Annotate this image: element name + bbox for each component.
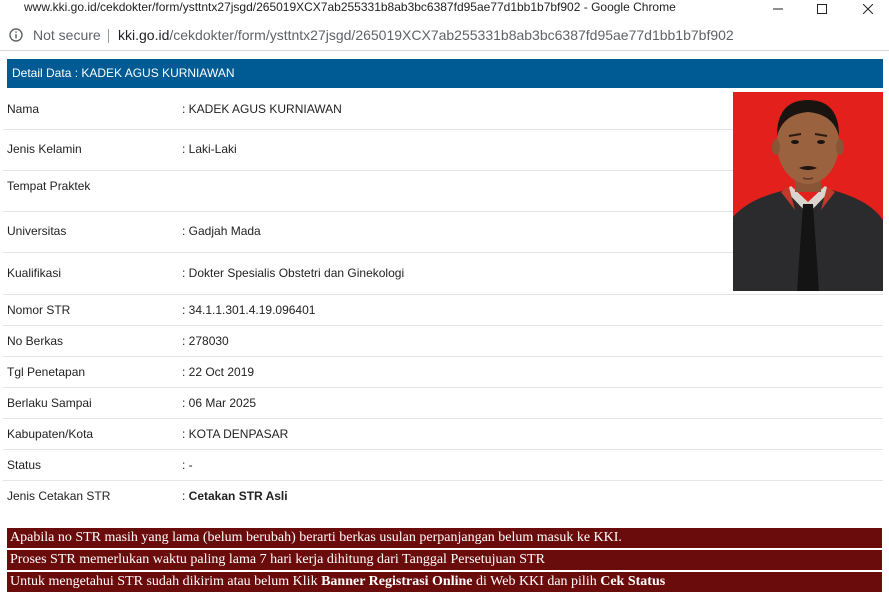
row-berlaku-sampai: Berlaku Sampai : 06 Mar 2025 — [3, 388, 883, 419]
url-host: kki.go.id — [118, 27, 170, 43]
value-universitas: : Gadjah Mada — [182, 224, 261, 238]
value-nomor-str: : 34.1.1.301.4.19.096401 — [182, 303, 316, 317]
minimize-button[interactable] — [755, 0, 801, 18]
notice-area: Apabila no STR masih yang lama (belum be… — [7, 528, 882, 594]
label-universitas: Universitas — [7, 224, 67, 238]
close-icon — [863, 4, 873, 14]
row-kabupaten-kota: Kabupaten/Kota : KOTA DENPASAR — [3, 419, 883, 450]
value-jenis-kelamin: : Laki-Laki — [182, 142, 237, 156]
label-jenis-cetakan-str: Jenis Cetakan STR — [7, 489, 111, 503]
maximize-button[interactable] — [799, 0, 845, 18]
notice-line-1: Apabila no STR masih yang lama (belum be… — [7, 528, 882, 548]
close-button[interactable] — [845, 0, 889, 18]
minimize-icon — [773, 8, 783, 10]
address-separator — [108, 29, 109, 43]
value-no-berkas: : 278030 — [182, 334, 229, 348]
value-kabupaten-kota: : KOTA DENPASAR — [182, 427, 289, 441]
label-nomor-str: Nomor STR — [7, 303, 71, 317]
doctor-photo — [733, 92, 883, 291]
notice-line-3-text-a: Untuk mengetahui STR sudah dikirim atau … — [10, 574, 322, 589]
value-jenis-cetakan-str: : Cetakan STR Asli — [182, 489, 288, 503]
value-status: : - — [182, 458, 193, 472]
row-tgl-penetapan: Tgl Penetapan : 22 Oct 2019 — [3, 357, 883, 388]
label-no-berkas: No Berkas — [7, 334, 64, 348]
security-label[interactable]: Not secure — [33, 27, 101, 43]
address-bar[interactable]: Not secure kki.go.id/cekdokter/form/ystt… — [0, 22, 889, 51]
label-tgl-penetapan: Tgl Penetapan — [7, 365, 86, 379]
label-nama: Nama — [7, 102, 40, 116]
label-kabupaten-kota: Kabupaten/Kota — [7, 427, 94, 441]
label-status: Status — [7, 458, 42, 472]
row-jenis-cetakan-str: Jenis Cetakan STR : Cetakan STR Asli — [3, 481, 883, 511]
row-nomor-str: Nomor STR : 34.1.1.301.4.19.096401 — [3, 295, 883, 326]
label-tempat-praktek: Tempat Praktek — [7, 179, 91, 193]
notice-line-2: Proses STR memerlukan waktu paling lama … — [7, 550, 882, 570]
row-no-berkas: No Berkas : 278030 — [3, 326, 883, 357]
value-cetakan: Cetakan STR Asli — [188, 489, 288, 503]
cek-status-text: Cek Status — [600, 574, 666, 589]
page-content: Detail Data : KADEK AGUS KURNIAWAN Nama … — [0, 51, 889, 607]
maximize-icon — [817, 4, 827, 14]
notice-line-3: Untuk mengetahui STR sudah dikirim atau … — [7, 572, 882, 592]
info-icon[interactable] — [9, 28, 23, 42]
detail-header: Detail Data : KADEK AGUS KURNIAWAN — [7, 59, 883, 88]
label-berlaku-sampai: Berlaku Sampai — [7, 396, 92, 410]
url-path: /cekdokter/form/ysttntx27jsgd/265019XCX7… — [169, 27, 734, 43]
value-prefix: : — [182, 489, 189, 503]
value-nama: : KADEK AGUS KURNIAWAN — [182, 102, 342, 116]
browser-title-bar: www.kki.go.id/cekdokter/form/ysttntx27js… — [0, 0, 889, 22]
value-tgl-penetapan: : 22 Oct 2019 — [182, 365, 255, 379]
label-jenis-kelamin: Jenis Kelamin — [7, 142, 82, 156]
window-title: www.kki.go.id/cekdokter/form/ysttntx27js… — [24, 0, 676, 14]
value-kualifikasi: : Dokter Spesialis Obstetri dan Ginekolo… — [182, 266, 405, 280]
row-status: Status : - — [3, 450, 883, 481]
value-berlaku-sampai: : 06 Mar 2025 — [182, 396, 257, 410]
banner-registrasi-online-text: Banner Registrasi Online — [321, 574, 473, 589]
notice-line-3-text-c: di Web KKI dan pilih — [472, 574, 601, 589]
label-kualifikasi: Kualifikasi — [7, 266, 62, 280]
url-text[interactable]: kki.go.id/cekdokter/form/ysttntx27jsgd/2… — [118, 27, 734, 43]
